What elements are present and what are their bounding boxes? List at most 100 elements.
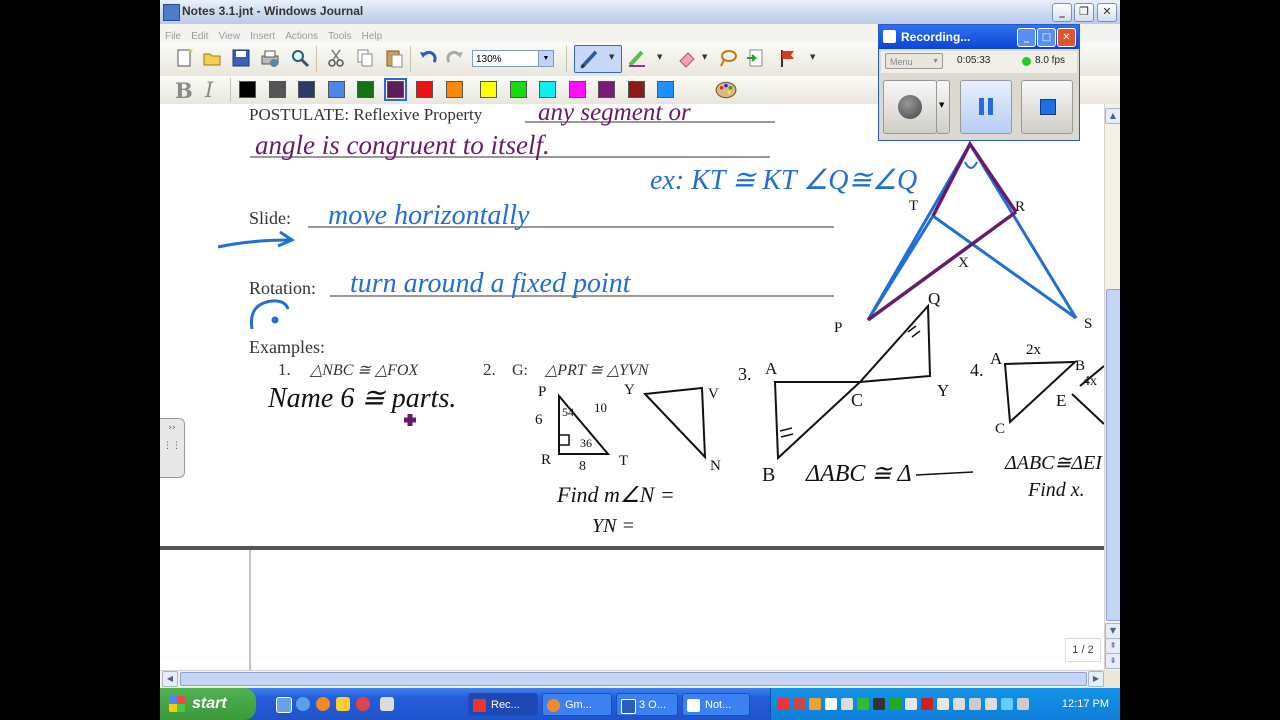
- print-icon[interactable]: [260, 48, 280, 68]
- color-swatch[interactable]: [598, 81, 615, 98]
- vertical-scroll-thumb[interactable]: [1106, 289, 1120, 621]
- copy-icon[interactable]: [355, 48, 375, 68]
- color-swatch[interactable]: [383, 78, 407, 101]
- task-recorder[interactable]: Rec...: [468, 693, 538, 716]
- previous-page-icon[interactable]: ⇞: [1105, 638, 1120, 654]
- color-swatch[interactable]: [298, 81, 315, 98]
- recorder-menu-select[interactable]: Menu ▼: [885, 53, 943, 69]
- note-page[interactable]: POSTULATE: Reflexive Property Slide: Rot…: [160, 104, 1104, 670]
- color-swatch[interactable]: [416, 81, 433, 98]
- scroll-right-icon[interactable]: ▶: [1088, 671, 1104, 687]
- recorder-close-button[interactable]: ✕: [1057, 28, 1076, 47]
- example-2-find-angle: Find m∠N =: [556, 482, 675, 507]
- tray-app-icon-12[interactable]: [1001, 698, 1013, 710]
- taskbar: start Rec... Gm... 3 O... Not... 12:17 P…: [160, 688, 1120, 720]
- color-swatch[interactable]: [480, 81, 497, 98]
- color-swatch[interactable]: [539, 81, 556, 98]
- tray-app-icon-4[interactable]: [841, 698, 853, 710]
- color-swatch[interactable]: [357, 81, 374, 98]
- vertical-scrollbar[interactable]: ▲ ▼ ⇞ ⇟: [1104, 104, 1120, 670]
- page-navigation-tab[interactable]: ›› ⋮⋮: [160, 418, 185, 478]
- color-picker-icon[interactable]: [715, 79, 737, 101]
- tray-app-icon-7[interactable]: [889, 698, 901, 710]
- scroll-left-icon[interactable]: ◀: [162, 671, 178, 687]
- task-gmail[interactable]: Gm...: [542, 693, 612, 716]
- eraser-icon[interactable]: [677, 48, 697, 68]
- color-swatch[interactable]: [568, 81, 586, 98]
- lasso-icon[interactable]: [718, 48, 738, 68]
- undo-icon[interactable]: [418, 48, 438, 68]
- stop-button[interactable]: [1021, 80, 1073, 134]
- new-note-icon[interactable]: [175, 48, 195, 68]
- diagram-label-r: R: [1015, 199, 1025, 215]
- tray-app-icon-2[interactable]: [809, 698, 821, 710]
- recorder-minimize-button[interactable]: _: [1017, 28, 1036, 47]
- tray-app-icon-5[interactable]: [857, 698, 869, 710]
- color-swatch[interactable]: [268, 81, 286, 98]
- pause-button[interactable]: [960, 80, 1012, 134]
- tray-app-icon-6[interactable]: [873, 698, 885, 710]
- media-icon[interactable]: [356, 697, 370, 711]
- italic-button[interactable]: I: [205, 78, 213, 102]
- firefox-icon[interactable]: [316, 697, 330, 711]
- highlighter-chevron-down-icon[interactable]: ▼: [657, 53, 662, 61]
- horizontal-scroll-thumb[interactable]: [180, 672, 1087, 686]
- show-desktop-icon[interactable]: [276, 697, 292, 713]
- tray-app-icon-10[interactable]: [953, 698, 965, 710]
- tray-app-icon[interactable]: [793, 698, 805, 710]
- color-swatch[interactable]: [239, 81, 256, 98]
- tray-app-icon-9[interactable]: [921, 698, 933, 710]
- angle-q-mark: [964, 161, 978, 169]
- close-button[interactable]: ✕: [1097, 3, 1117, 22]
- pen-tool-button[interactable]: ▼: [574, 45, 622, 73]
- scroll-up-icon[interactable]: ▲: [1105, 108, 1120, 124]
- calculator-icon[interactable]: [380, 697, 394, 711]
- record-options-button[interactable]: ▼: [936, 80, 950, 134]
- save-icon[interactable]: [231, 48, 251, 68]
- label-r: R: [541, 452, 551, 468]
- maximize-button[interactable]: ❐: [1074, 3, 1094, 22]
- tray-app-icon-11[interactable]: [969, 698, 981, 710]
- tray-acrobat-icon[interactable]: [777, 698, 789, 710]
- example-3-blank: [915, 471, 974, 476]
- recorder-menu-label: Menu: [890, 57, 913, 67]
- color-swatch[interactable]: [657, 81, 674, 98]
- find-icon[interactable]: [290, 48, 310, 68]
- stop-icon: [1040, 99, 1056, 115]
- tray-app-icon-13[interactable]: [1017, 698, 1029, 710]
- tray-network-icon[interactable]: [937, 698, 949, 710]
- flag-icon[interactable]: [778, 48, 798, 68]
- bold-button[interactable]: B: [175, 78, 193, 103]
- color-swatch[interactable]: [509, 81, 527, 98]
- minimize-button[interactable]: _: [1052, 3, 1072, 22]
- folder-icon[interactable]: [336, 697, 350, 711]
- ie-icon[interactable]: [296, 697, 310, 711]
- tray-volume-icon[interactable]: [985, 698, 997, 710]
- task-journal[interactable]: Not...: [682, 693, 750, 716]
- zoom-select[interactable]: 130% ▼: [472, 50, 554, 67]
- cut-icon[interactable]: [326, 48, 346, 68]
- flag-chevron-down-icon[interactable]: ▼: [810, 53, 815, 61]
- label-a: A: [765, 359, 778, 378]
- horizontal-scrollbar[interactable]: ◀ ▶: [160, 670, 1104, 687]
- recorder-title-bar: Recording... _ □ ✕: [879, 25, 1079, 49]
- tray-app-icon-8[interactable]: [905, 698, 917, 710]
- color-swatch[interactable]: [627, 81, 645, 98]
- record-icon: [898, 95, 922, 119]
- color-swatch[interactable]: [445, 81, 463, 98]
- paste-icon[interactable]: [384, 48, 404, 68]
- start-button[interactable]: start: [160, 688, 256, 720]
- next-page-icon[interactable]: ⇟: [1105, 653, 1120, 669]
- highlighter-icon[interactable]: [627, 48, 647, 68]
- tray-app-icon-3[interactable]: [825, 698, 837, 710]
- label-v: V: [708, 386, 719, 402]
- task-word[interactable]: 3 O...: [616, 693, 678, 716]
- redo-icon[interactable]: [445, 48, 465, 68]
- scroll-down-icon[interactable]: ▼: [1105, 623, 1120, 639]
- eraser-chevron-down-icon[interactable]: ▼: [702, 53, 707, 61]
- record-button[interactable]: [883, 80, 937, 134]
- insert-space-icon[interactable]: [746, 48, 766, 68]
- color-swatch[interactable]: [327, 81, 345, 98]
- open-folder-icon[interactable]: [202, 48, 222, 68]
- recorder-maximize-button[interactable]: □: [1037, 28, 1056, 47]
